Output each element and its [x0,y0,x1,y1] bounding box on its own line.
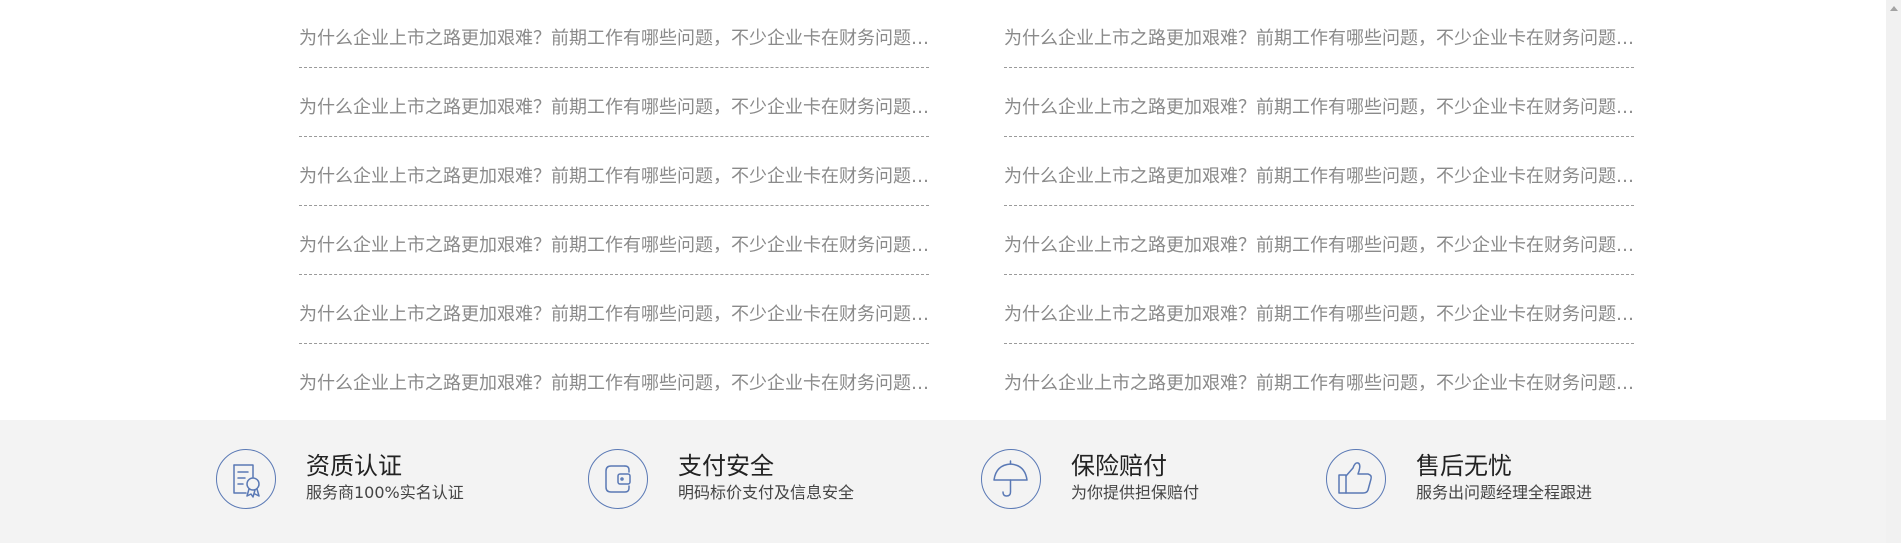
news-column-right: 为什么企业上市之路更加艰难？前期工作有哪些问题，不少企业卡在财务问题上... 为… [1004,0,1634,414]
news-link[interactable]: 为什么企业上市之路更加艰难？前期工作有哪些问题，不少企业卡在财务问题上... [1004,166,1634,188]
news-item: 为什么企业上市之路更加艰难？前期工作有哪些问题，不少企业卡在财务问题上... [299,276,929,344]
news-link[interactable]: 为什么企业上市之路更加艰难？前期工作有哪些问题，不少企业卡在财务问题上... [1004,97,1634,119]
news-item: 为什么企业上市之路更加艰难？前期工作有哪些问题，不少企业卡在财务问题上... [299,207,929,275]
scroll-up-arrow-icon[interactable] [1890,6,1898,11]
news-item: 为什么企业上市之路更加艰难？前期工作有哪些问题，不少企业卡在财务问题上... [299,345,929,413]
news-item: 为什么企业上市之路更加艰难？前期工作有哪些问题，不少企业卡在财务问题上... [1004,69,1634,137]
certificate-icon [216,449,276,509]
feature-title: 保险赔付 [1071,452,1167,480]
news-item: 为什么企业上市之路更加艰难？前期工作有哪些问题，不少企业卡在财务问题上... [1004,138,1634,206]
news-link[interactable]: 为什么企业上市之路更加艰难？前期工作有哪些问题，不少企业卡在财务问题上... [299,97,929,119]
news-link[interactable]: 为什么企业上市之路更加艰难？前期工作有哪些问题，不少企业卡在财务问题上... [299,304,929,326]
page: 为什么企业上市之路更加艰难？前期工作有哪些问题，不少企业卡在财务问题上... 为… [0,0,1901,543]
news-item: 为什么企业上市之路更加艰难？前期工作有哪些问题，不少企业卡在财务问题上... [1004,0,1634,68]
news-link[interactable]: 为什么企业上市之路更加艰难？前期工作有哪些问题，不少企业卡在财务问题上... [299,166,929,188]
news-link[interactable]: 为什么企业上市之路更加艰难？前期工作有哪些问题，不少企业卡在财务问题上... [1004,235,1634,257]
news-item: 为什么企业上市之路更加艰难？前期工作有哪些问题，不少企业卡在财务问题上... [1004,276,1634,344]
feature-description: 服务商100%实名认证 [306,483,464,502]
service-guarantee-bar: 资质认证 服务商100%实名认证 支付安全 明码标价支付及信息安全 保险赔付 为… [0,420,1886,543]
news-item: 为什么企业上市之路更加艰难？前期工作有哪些问题，不少企业卡在财务问题上... [299,0,929,68]
news-list-section: 为什么企业上市之路更加艰难？前期工作有哪些问题，不少企业卡在财务问题上... 为… [0,0,1886,420]
umbrella-icon [981,449,1041,509]
feature-description: 为你提供担保赔付 [1071,483,1200,502]
news-link[interactable]: 为什么企业上市之路更加艰难？前期工作有哪些问题，不少企业卡在财务问题上... [299,235,929,257]
feature-title: 资质认证 [306,452,402,480]
news-item: 为什么企业上市之路更加艰难？前期工作有哪些问题，不少企业卡在财务问题上... [1004,345,1634,413]
feature-description: 服务出问题经理全程跟进 [1416,483,1593,502]
feature-description: 明码标价支付及信息安全 [678,483,855,502]
news-item: 为什么企业上市之路更加艰难？前期工作有哪些问题，不少企业卡在财务问题上... [1004,207,1634,275]
vertical-scrollbar[interactable] [1886,0,1901,543]
news-column-left: 为什么企业上市之路更加艰难？前期工作有哪些问题，不少企业卡在财务问题上... 为… [299,0,929,414]
news-link[interactable]: 为什么企业上市之路更加艰难？前期工作有哪些问题，不少企业卡在财务问题上... [299,28,929,50]
feature-title: 售后无忧 [1416,452,1512,480]
wallet-icon [588,449,648,509]
news-link[interactable]: 为什么企业上市之路更加艰难？前期工作有哪些问题，不少企业卡在财务问题上... [1004,304,1634,326]
news-item: 为什么企业上市之路更加艰难？前期工作有哪些问题，不少企业卡在财务问题上... [299,138,929,206]
news-link[interactable]: 为什么企业上市之路更加艰难？前期工作有哪些问题，不少企业卡在财务问题上... [1004,373,1634,395]
news-link[interactable]: 为什么企业上市之路更加艰难？前期工作有哪些问题，不少企业卡在财务问题上... [1004,28,1634,50]
news-link[interactable]: 为什么企业上市之路更加艰难？前期工作有哪些问题，不少企业卡在财务问题上... [299,373,929,395]
feature-title: 支付安全 [678,452,774,480]
news-item: 为什么企业上市之路更加艰难？前期工作有哪些问题，不少企业卡在财务问题上... [299,69,929,137]
thumbs-up-icon [1326,449,1386,509]
